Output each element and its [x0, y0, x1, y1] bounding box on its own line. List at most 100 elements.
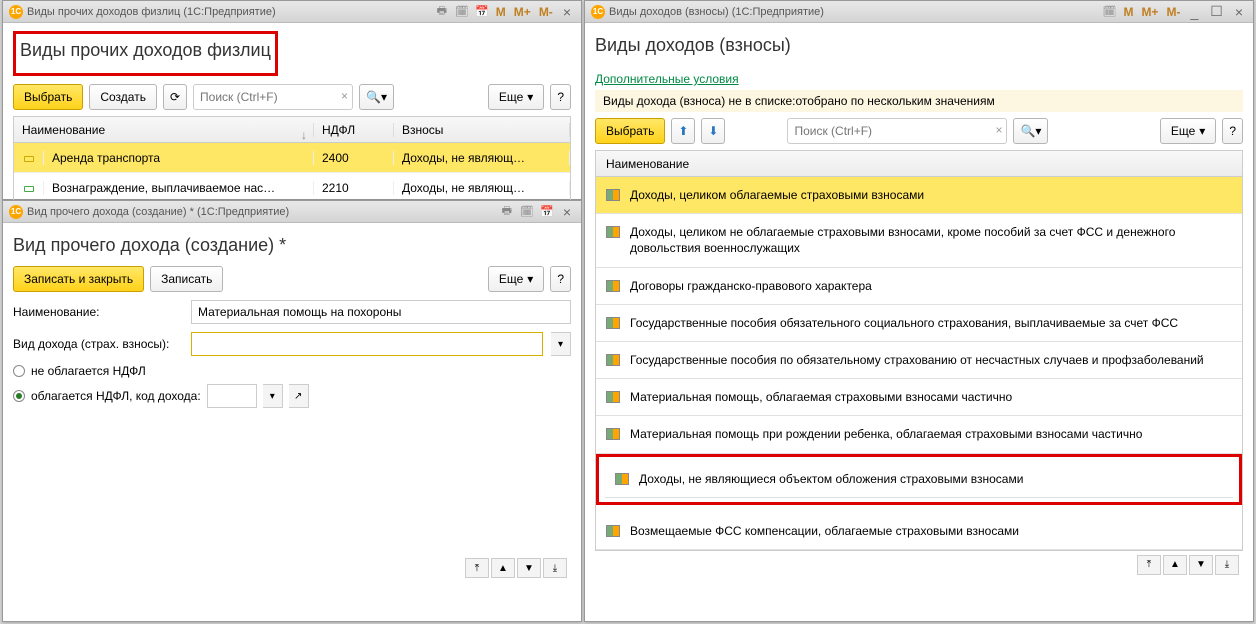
calendar-icon[interactable]: 🗓 [519, 204, 535, 220]
help-button[interactable]: ? [1222, 118, 1243, 144]
item-text: Государственные пособия по обязательному… [630, 352, 1232, 368]
more-button[interactable]: Еще ▾ [1160, 118, 1216, 144]
ndfl-code-open[interactable]: ↗ [289, 384, 309, 408]
item-text: Доходы, целиком не облагаемые страховыми… [630, 224, 1232, 256]
list-item[interactable]: Доходы, целиком не облагаемые страховыми… [596, 214, 1242, 267]
col-name[interactable]: Наименование↓ [14, 123, 314, 137]
calendar-icon[interactable]: 🗓 [454, 4, 470, 20]
ndfl-code-dropdown[interactable]: ▾ [263, 384, 283, 408]
item-text: Государственные пособия обязательного со… [630, 315, 1232, 331]
item-icon [615, 473, 629, 485]
contrib-type-list: Наименование Доходы, целиком облагаемые … [595, 150, 1243, 551]
item-text: Доходы, целиком облагаемые страховыми вз… [630, 187, 1232, 203]
item-icon [606, 189, 620, 201]
move-up-button[interactable]: ⬆ [671, 118, 695, 144]
scroll-bottom-icon[interactable]: ⤓ [1215, 555, 1239, 575]
help-button[interactable]: ? [550, 266, 571, 292]
save-close-button[interactable]: Записать и закрыть [13, 266, 144, 292]
list-item[interactable]: Материальная помощь, облагаемая страховы… [596, 379, 1242, 416]
m-button[interactable]: M [494, 5, 508, 19]
m-minus-button[interactable]: M- [1164, 5, 1182, 19]
scroll-bottom-icon[interactable]: ⤓ [543, 558, 567, 578]
scroll-down-icon[interactable]: ▼ [1189, 555, 1213, 575]
close-icon[interactable]: × [559, 4, 575, 20]
scroll-up-icon[interactable]: ▲ [1163, 555, 1187, 575]
m-plus-button[interactable]: M+ [1139, 5, 1160, 19]
app-logo-icon: 1C [9, 5, 23, 19]
maximize-icon[interactable]: ☐ [1206, 3, 1227, 20]
scroll-top-icon[interactable]: ⤒ [465, 558, 489, 578]
item-icon [606, 354, 620, 366]
scroll-up-icon[interactable]: ▲ [491, 558, 515, 578]
close-icon[interactable]: × [1231, 4, 1247, 20]
calendar-icon[interactable]: 🗓 [1101, 4, 1117, 20]
contrib-type-input[interactable] [191, 332, 543, 356]
refresh-button[interactable]: ⟳ [163, 84, 187, 110]
select-button[interactable]: Выбрать [595, 118, 665, 144]
search-clear-icon[interactable]: × [341, 89, 348, 103]
scroll-controls: ⤒ ▲ ▼ ⤓ [13, 554, 571, 582]
col-ndfl[interactable]: НДФЛ [314, 123, 394, 137]
create-button[interactable]: Создать [89, 84, 157, 110]
toolbar: Записать и закрыть Записать Еще ▾ ? [13, 266, 571, 292]
print-icon[interactable]: 🖶 [499, 204, 515, 220]
calendar31-icon[interactable]: 📅 [474, 4, 490, 20]
list-item[interactable]: Государственные пособия обязательного со… [596, 305, 1242, 342]
table-row[interactable]: Аренда транспорта2400Доходы, не являющ… [14, 143, 570, 173]
item-icon [606, 280, 620, 292]
item-icon [606, 525, 620, 537]
name-input[interactable] [191, 300, 571, 324]
list-header[interactable]: Наименование [596, 151, 1242, 177]
list-item[interactable]: Государственные пособия по обязательному… [596, 342, 1242, 379]
ndfl-code-input[interactable] [207, 384, 257, 408]
table-row[interactable]: Вознаграждение, выплачиваемое нас…2210До… [14, 173, 570, 203]
dropdown-button[interactable]: ▾ [551, 332, 571, 356]
radio-taxed[interactable] [13, 390, 25, 402]
m-plus-button[interactable]: M+ [512, 5, 533, 19]
search-input[interactable] [193, 84, 353, 110]
save-button[interactable]: Записать [150, 266, 223, 292]
list-item[interactable]: Возмещаемые ФСС компенсации, облагаемые … [596, 513, 1242, 550]
cell-contrib: Доходы, не являющ… [394, 181, 570, 195]
col-contrib[interactable]: Взносы [394, 123, 570, 137]
minimize-icon[interactable]: _ [1186, 4, 1202, 20]
page-title: Вид прочего дохода (создание) * [13, 235, 571, 256]
titlebar[interactable]: 1C Виды доходов (взносы) (1С:Предприятие… [585, 1, 1253, 23]
scroll-down-icon[interactable]: ▼ [517, 558, 541, 578]
page-title: Виды доходов (взносы) [595, 35, 1243, 56]
close-icon[interactable]: × [559, 204, 575, 220]
help-button[interactable]: ? [550, 84, 571, 110]
search-clear-icon[interactable]: × [995, 123, 1002, 137]
select-button[interactable]: Выбрать [13, 84, 83, 110]
more-button[interactable]: Еще ▾ [488, 84, 544, 110]
titlebar[interactable]: 1C Виды прочих доходов физлиц (1С:Предпр… [3, 1, 581, 23]
cell-name: Аренда транспорта [44, 151, 314, 165]
titlebar[interactable]: 1C Вид прочего дохода (создание) * (1С:П… [3, 201, 581, 223]
highlight-item-box: Доходы, не являющиеся объектом обложения… [596, 454, 1242, 505]
scroll-controls: ⤒ ▲ ▼ ⤓ [595, 551, 1243, 579]
toolbar: Выбрать Создать ⟳ × 🔍▾ Еще ▾ ? [13, 84, 571, 110]
scroll-top-icon[interactable]: ⤒ [1137, 555, 1161, 575]
app-logo-icon: 1C [9, 205, 23, 219]
list-item[interactable]: Договоры гражданско-правового характера [596, 268, 1242, 305]
list-item[interactable]: Доходы, целиком облагаемые страховыми вз… [596, 177, 1242, 214]
radio-not-taxed[interactable] [13, 365, 25, 377]
radio-taxed-label: облагается НДФЛ, код дохода: [31, 389, 201, 403]
item-text: Возмещаемые ФСС компенсации, облагаемые … [630, 523, 1232, 539]
search-button[interactable]: 🔍▾ [359, 84, 394, 110]
search-input[interactable] [787, 118, 1007, 144]
print-icon[interactable]: 🖶 [434, 4, 450, 20]
list-item[interactable]: Материальная помощь при рождении ребенка… [596, 416, 1242, 453]
more-button[interactable]: Еще ▾ [488, 266, 544, 292]
app-logo-icon: 1C [591, 5, 605, 19]
search-button[interactable]: 🔍▾ [1013, 118, 1048, 144]
row-icon [24, 186, 34, 192]
extra-conditions-link[interactable]: Дополнительные условия [595, 72, 739, 86]
calendar31-icon[interactable]: 📅 [539, 204, 555, 220]
item-icon [606, 428, 620, 440]
m-minus-button[interactable]: M- [537, 5, 555, 19]
list-item[interactable]: Доходы, не являющиеся объектом обложения… [605, 461, 1233, 498]
m-button[interactable]: M [1121, 5, 1135, 19]
move-down-button[interactable]: ⬇ [701, 118, 725, 144]
row-icon [24, 156, 34, 162]
